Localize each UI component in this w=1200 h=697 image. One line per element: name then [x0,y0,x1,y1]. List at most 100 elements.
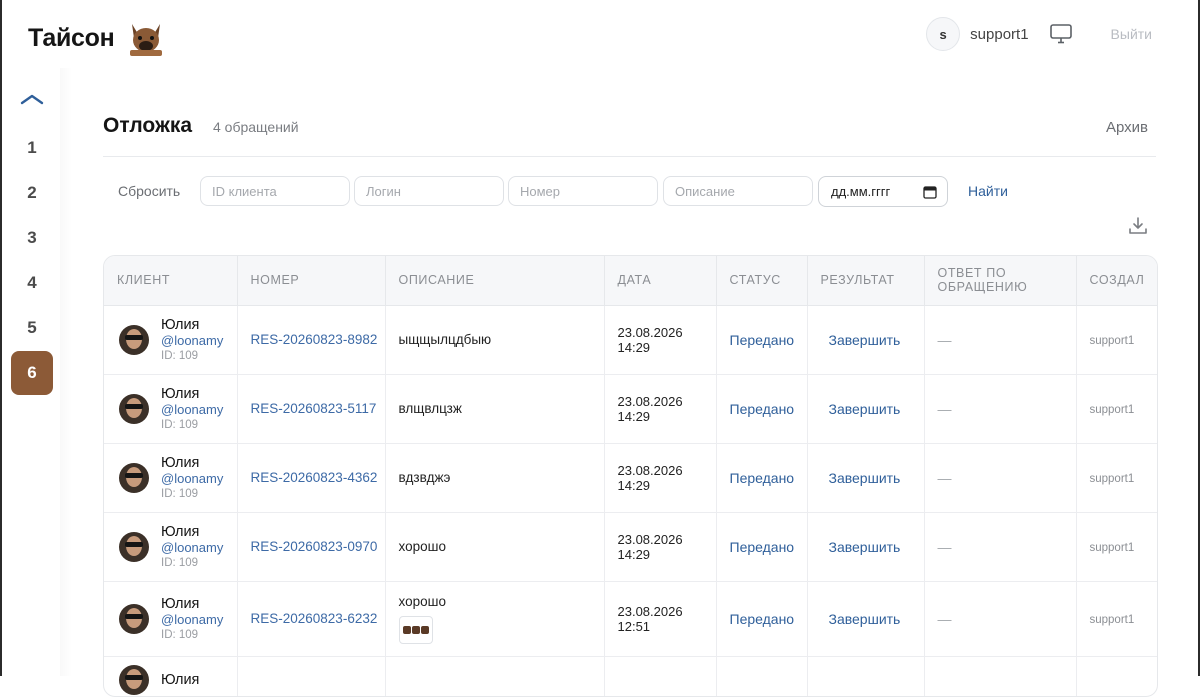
client-cell: Юлия [104,656,238,696]
client-login-link[interactable]: @loonamy [161,612,223,628]
ticket-time: 14:29 [617,339,651,355]
ticket-description: влщвлцзж [398,401,462,416]
column-header-creator[interactable]: СОЗДАЛ [1076,256,1157,306]
ticket-date: 23.08.2026 [617,393,683,409]
ticket-number-link[interactable]: RES-20260823-6232 [251,611,378,626]
creator: support1 [1089,542,1135,554]
answer-value: — [937,469,952,486]
client-avatar[interactable] [119,603,149,634]
client-login-link[interactable]: @loonamy [161,540,223,556]
find-button[interactable]: Найти [968,183,1008,199]
client-login-link[interactable]: @loonamy [161,471,223,487]
client-cell: Юлия @loonamy ID: 109 [104,581,238,657]
column-header-number[interactable]: НОМЕР [237,256,386,306]
description-input[interactable] [663,176,813,206]
logout-button[interactable]: Выйти [1111,26,1152,42]
client-id-input[interactable] [200,176,350,206]
creator: support1 [1089,473,1135,485]
rail-item-5[interactable]: 5 [11,306,53,350]
complete-button[interactable]: Завершить [807,443,925,513]
reset-filters-button[interactable]: Сбросить [118,183,180,199]
user-initial: s [939,26,947,42]
ticket-description: вдзвджэ [398,470,451,485]
ticket-number-link[interactable]: RES-20260823-5117 [251,401,377,416]
table-row[interactable]: Юлия @loonamy ID: 109 RES-20260823-6232 … [104,581,1157,657]
page-title: Отложка [103,114,193,137]
client-name: Юлия [161,523,200,540]
calendar-icon[interactable] [923,185,937,199]
ticket-description: хорошо [398,593,446,609]
answer-value: — [937,610,952,627]
ticket-number-link[interactable]: RES-20260823-8982 [251,332,378,347]
header-divider [103,156,1156,157]
client-id: ID: 109 [161,349,199,362]
client-avatar[interactable] [119,393,149,424]
column-header-client[interactable]: КЛИЕНТ [104,256,238,306]
complete-button[interactable]: Завершить [807,512,925,582]
ticket-number-link[interactable]: RES-20260823-0970 [251,539,378,554]
ticket-time: 14:29 [617,408,651,424]
column-header-answer[interactable]: ОТВЕТ ПО ОБРАЩЕНИЮ [924,256,1077,306]
client-cell: Юлия @loonamy ID: 109 [104,305,238,375]
rail-item-3[interactable]: 3 [11,216,53,260]
ticket-time: 12:51 [617,618,651,634]
client-cell: Юлия @loonamy ID: 109 [104,374,238,444]
table-row[interactable]: Юлия @loonamy ID: 109 RES-20260823-8982 … [104,305,1157,375]
rail-item-6-active[interactable]: 6 [11,351,53,395]
table-row[interactable]: Юлия @loonamy ID: 109 RES-20260823-5117 … [104,374,1157,444]
rail-collapse-button[interactable] [10,92,54,116]
table-row[interactable]: Юлия @loonamy ID: 109 RES-20260823-0970 … [104,512,1157,582]
table-row[interactable]: Юлия [104,656,1157,696]
ticket-number-link[interactable]: RES-20260823-4362 [251,470,378,485]
status-link[interactable]: Передано [730,332,795,348]
client-avatar[interactable] [119,324,149,355]
dog-logo-icon [130,24,163,56]
column-header-date[interactable]: ДАТА [604,256,717,306]
complete-button[interactable]: Завершить [807,374,925,444]
column-header-status[interactable]: СТАТУС [716,256,808,306]
client-name: Юлия [161,454,200,471]
client-id: ID: 109 [161,628,199,641]
archive-link[interactable]: Архив [1106,119,1148,136]
date-input[interactable]: дд.мм.гггг [818,176,948,207]
header-user-area: s support1 Выйти [926,17,1152,51]
table-header-row: КЛИЕНТ НОМЕР ОПИСАНИЕ ДАТА СТАТУС РЕЗУЛЬ… [104,256,1157,306]
column-header-description[interactable]: ОПИСАНИЕ [385,256,605,306]
user-avatar[interactable]: s [926,17,961,51]
status-link[interactable]: Передано [730,611,795,627]
ticket-time: 14:29 [617,477,651,493]
status-link[interactable]: Передано [730,470,795,486]
client-id: ID: 109 [161,487,199,500]
monitor-icon[interactable] [1049,23,1073,45]
client-avatar[interactable] [119,462,149,493]
client-login-link[interactable]: @loonamy [161,402,223,418]
client-name: Юлия [161,316,200,333]
download-icon[interactable] [1128,216,1148,236]
answer-value: — [937,331,952,348]
rail-item-2[interactable]: 2 [11,171,53,215]
client-avatar[interactable] [119,531,149,562]
attachment-thumbnail[interactable] [398,615,433,644]
client-name: Юлия [161,671,200,688]
brand[interactable]: Тайсон [28,20,166,56]
column-header-result[interactable]: РЕЗУЛЬТАТ [807,256,925,306]
table-row[interactable]: Юлия @loonamy ID: 109 RES-20260823-4362 … [104,443,1157,513]
rail-item-4[interactable]: 4 [11,261,53,305]
rail-item-1[interactable]: 1 [11,126,53,170]
login-input[interactable] [354,176,504,206]
complete-button[interactable]: Завершить [807,305,925,375]
client-login-link[interactable]: @loonamy [161,333,223,349]
ticket-description: хорошо [398,539,446,554]
username[interactable]: support1 [970,26,1028,43]
client-name: Юлия [161,385,200,402]
ticket-count: 4 обращений [213,119,299,135]
client-cell: Юлия @loonamy ID: 109 [104,512,238,582]
status-link[interactable]: Передано [730,539,795,555]
status-link[interactable]: Передано [730,401,795,417]
complete-button[interactable]: Завершить [807,581,925,657]
chevron-up-icon [20,94,44,105]
creator: support1 [1089,614,1135,626]
client-avatar[interactable] [119,664,149,695]
number-input[interactable] [508,176,658,206]
creator: support1 [1089,335,1135,347]
